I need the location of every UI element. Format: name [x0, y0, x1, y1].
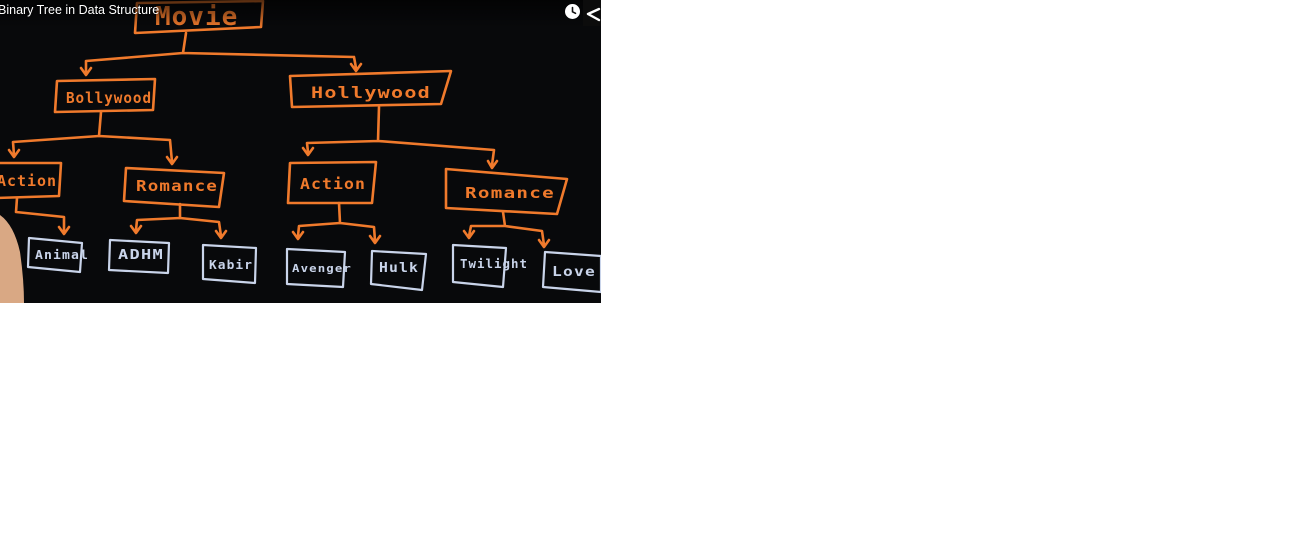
leaf-animal: Animal — [35, 248, 89, 262]
label-hollywood-action: Action — [300, 175, 366, 193]
label-bollywood-action: Action — [0, 172, 57, 190]
video-player[interactable]: Movie Bollywood Hollywood Action Romance… — [0, 0, 601, 303]
leaf-love: Love — [552, 265, 596, 280]
label-hollywood-romance: Romance — [465, 184, 555, 202]
leaf-twilight: Twilight — [460, 257, 528, 271]
leaf-avenger: Avenger — [292, 262, 352, 275]
leaf-hulk: Hulk — [379, 261, 419, 276]
watch-later-button[interactable] — [565, 4, 580, 19]
video-frame[interactable]: Movie Bollywood Hollywood Action Romance… — [0, 0, 601, 303]
label-bollywood: Bollywood — [66, 89, 152, 107]
clock-icon — [566, 5, 579, 18]
leaf-kabir: Kabir — [209, 258, 253, 272]
share-button[interactable] — [583, 0, 601, 26]
share-icon — [586, 7, 601, 22]
label-root: Movie — [155, 2, 238, 32]
label-bollywood-romance: Romance — [136, 177, 218, 195]
leaf-adhm: ADHM — [118, 248, 164, 263]
label-hollywood: Hollywood — [311, 83, 431, 102]
